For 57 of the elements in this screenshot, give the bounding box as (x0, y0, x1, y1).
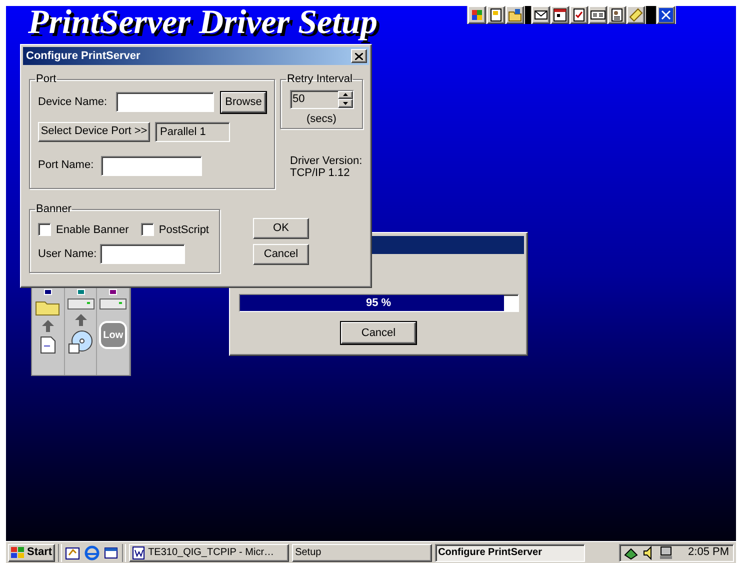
computer-icon[interactable] (659, 546, 673, 560)
cd-icon[interactable] (68, 330, 94, 354)
field-label: User Name: (38, 246, 98, 262)
calendar-icon[interactable] (551, 6, 569, 24)
checklist-icon[interactable] (570, 6, 588, 24)
task-button[interactable]: Configure PrintServer (435, 544, 586, 562)
close-button[interactable] (351, 49, 367, 63)
document-icon (132, 546, 146, 560)
browse-button[interactable]: Browse (221, 92, 266, 112)
up-arrow-icon[interactable] (74, 313, 88, 327)
flag-icon (11, 546, 25, 558)
group-label: Banner (35, 202, 72, 217)
contact-icon[interactable] (608, 6, 626, 24)
checkbox-label: Enable Banner (56, 222, 129, 238)
window-title: Configure PrintServer (26, 48, 140, 64)
note-icon[interactable] (627, 6, 645, 24)
globe-icon[interactable] (84, 544, 100, 560)
task-button[interactable]: Setup (292, 544, 432, 562)
setup-title: PrintServer Driver Setup (28, 6, 378, 40)
retry-value: 50 (292, 92, 306, 106)
drive-icon[interactable] (66, 298, 94, 310)
select-port-button[interactable]: Select Device Port >> (38, 122, 150, 142)
envelope-icon[interactable] (532, 6, 550, 24)
version-text: TCP/IP 1.12 (290, 167, 351, 179)
window-icon[interactable] (103, 544, 120, 560)
clock: 2:05 PM (688, 545, 729, 560)
field-label: Port Name: (38, 158, 95, 174)
spin-up-icon[interactable] (338, 90, 352, 99)
port-name-field[interactable] (101, 156, 202, 176)
group-label: Retry Interval (286, 72, 354, 87)
document-icon[interactable] (40, 336, 56, 354)
ok-button[interactable]: OK (253, 218, 309, 239)
group-label: Port (35, 72, 58, 87)
cancel-button[interactable]: Cancel (253, 244, 309, 265)
retry-spinner[interactable]: 50 (290, 90, 354, 108)
desktop-icon[interactable] (65, 544, 82, 560)
task-button[interactable]: TE310_QIG_TCPIP - Micr… (129, 544, 290, 562)
field-label: Device Name: (38, 94, 108, 110)
card-icon[interactable] (589, 6, 607, 24)
spin-down-icon[interactable] (338, 99, 352, 108)
unit-label: (secs) (306, 112, 336, 126)
checkbox[interactable] (38, 223, 51, 236)
port-field[interactable]: Parallel 1 (155, 122, 230, 142)
drive-icon[interactable] (99, 298, 128, 310)
checkbox-label: PostScript (158, 222, 209, 238)
checkbox[interactable] (140, 223, 154, 236)
close-icon (355, 52, 363, 60)
device-name-field[interactable] (116, 92, 214, 112)
up-arrow-icon[interactable] (40, 319, 55, 333)
cancel-button[interactable]: Cancel (341, 322, 416, 344)
version-text: Driver Version: (290, 155, 363, 167)
start-button[interactable]: Start (8, 544, 56, 562)
folders-icon[interactable] (506, 6, 524, 24)
squares-icon[interactable] (468, 6, 486, 24)
network-icon[interactable] (624, 546, 639, 560)
progress-reading: 95 % (364, 296, 392, 311)
user-name-field[interactable] (100, 244, 185, 264)
